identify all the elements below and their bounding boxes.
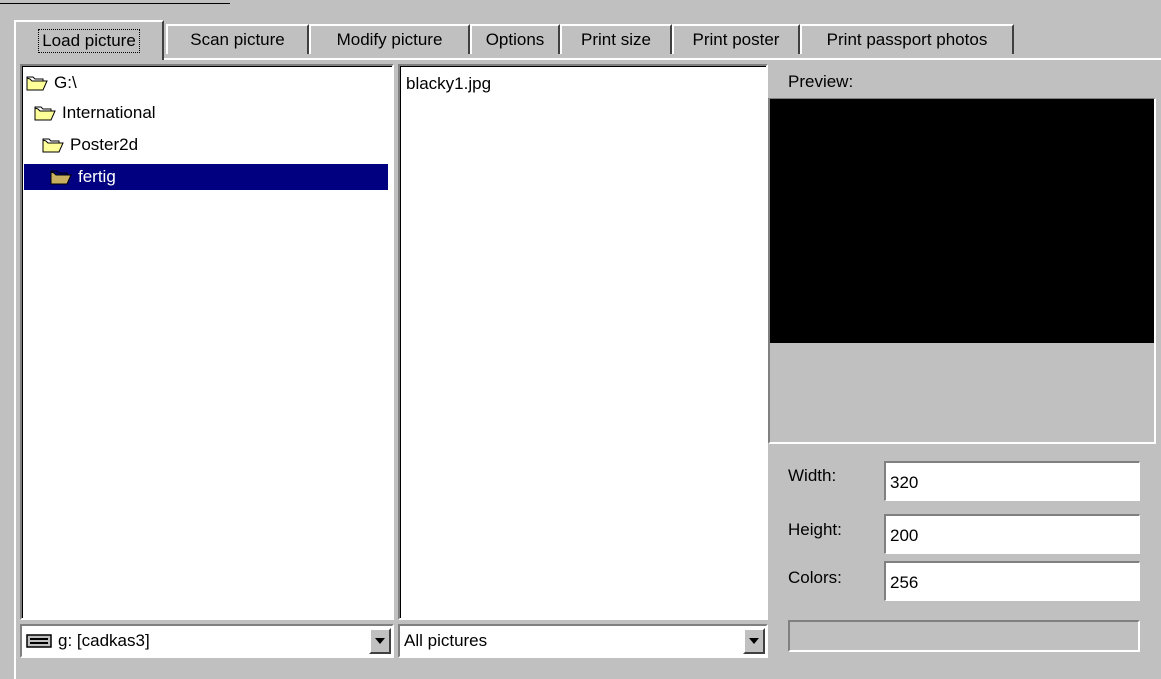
open-folder-icon <box>26 76 48 91</box>
tab-label: Options <box>485 30 545 49</box>
tree-item-label: fertig <box>78 167 116 186</box>
tab-label: Modify picture <box>336 30 443 49</box>
top-underline <box>0 0 230 4</box>
tree-item-poster2d[interactable]: Poster2d <box>42 132 138 158</box>
open-folder-icon <box>50 170 72 185</box>
chevron-down-icon <box>375 638 385 644</box>
tab-load-picture[interactable]: Load picture <box>14 20 164 60</box>
open-folder-icon <box>42 138 64 153</box>
file-type-dropdown-button[interactable] <box>743 628 765 654</box>
tree-item-root[interactable]: G:\ <box>26 70 77 96</box>
preview-label: Preview: <box>788 72 854 91</box>
tab-print-size[interactable]: Print size <box>560 24 672 54</box>
file-type-select-value: All pictures <box>404 631 488 650</box>
tree-item-label: International <box>62 103 156 122</box>
chevron-down-icon <box>749 638 759 644</box>
tab-label: Print passport photos <box>826 30 988 49</box>
open-folder-icon <box>34 106 56 121</box>
tab-label: Print size <box>581 30 651 49</box>
file-list[interactable]: blacky1.jpg <box>398 64 768 620</box>
tab-label: Print poster <box>692 30 780 49</box>
preview-box <box>768 98 1156 444</box>
file-item[interactable]: blacky1.jpg <box>406 74 491 94</box>
tree-item-fertig[interactable]: fertig <box>24 164 388 190</box>
tab-label: Scan picture <box>190 30 285 49</box>
tab-print-poster[interactable]: Print poster <box>672 24 800 54</box>
tree-item-international[interactable]: International <box>34 100 156 126</box>
width-field[interactable]: 320 <box>884 461 1140 501</box>
file-type-select[interactable]: All pictures <box>398 624 768 658</box>
drive-select-value: g: [cadkas3] <box>58 631 150 650</box>
tab-bar: Load picture Scan picture Modify picture… <box>14 20 1014 60</box>
colors-field[interactable]: 256 <box>884 561 1140 601</box>
load-progress-bar <box>788 620 1140 652</box>
tab-options[interactable]: Options <box>470 24 560 54</box>
folder-tree[interactable]: G:\ International Poster2d fertig <box>20 64 394 620</box>
tab-print-passport-photos[interactable]: Print passport photos <box>800 24 1014 54</box>
drive-select[interactable]: g: [cadkas3] <box>20 624 394 658</box>
height-field[interactable]: 200 <box>884 514 1140 554</box>
colors-label: Colors: <box>788 568 842 587</box>
drive-dropdown-button[interactable] <box>369 628 391 654</box>
drive-icon <box>26 634 52 648</box>
height-label: Height: <box>788 520 842 539</box>
tab-scan-picture[interactable]: Scan picture <box>166 24 309 54</box>
tree-item-label: Poster2d <box>70 135 139 154</box>
width-label: Width: <box>788 466 837 485</box>
preview-image <box>770 99 1154 343</box>
tab-modify-picture[interactable]: Modify picture <box>309 24 470 54</box>
tree-item-label: G:\ <box>54 73 77 92</box>
tab-label: Load picture <box>38 29 140 53</box>
